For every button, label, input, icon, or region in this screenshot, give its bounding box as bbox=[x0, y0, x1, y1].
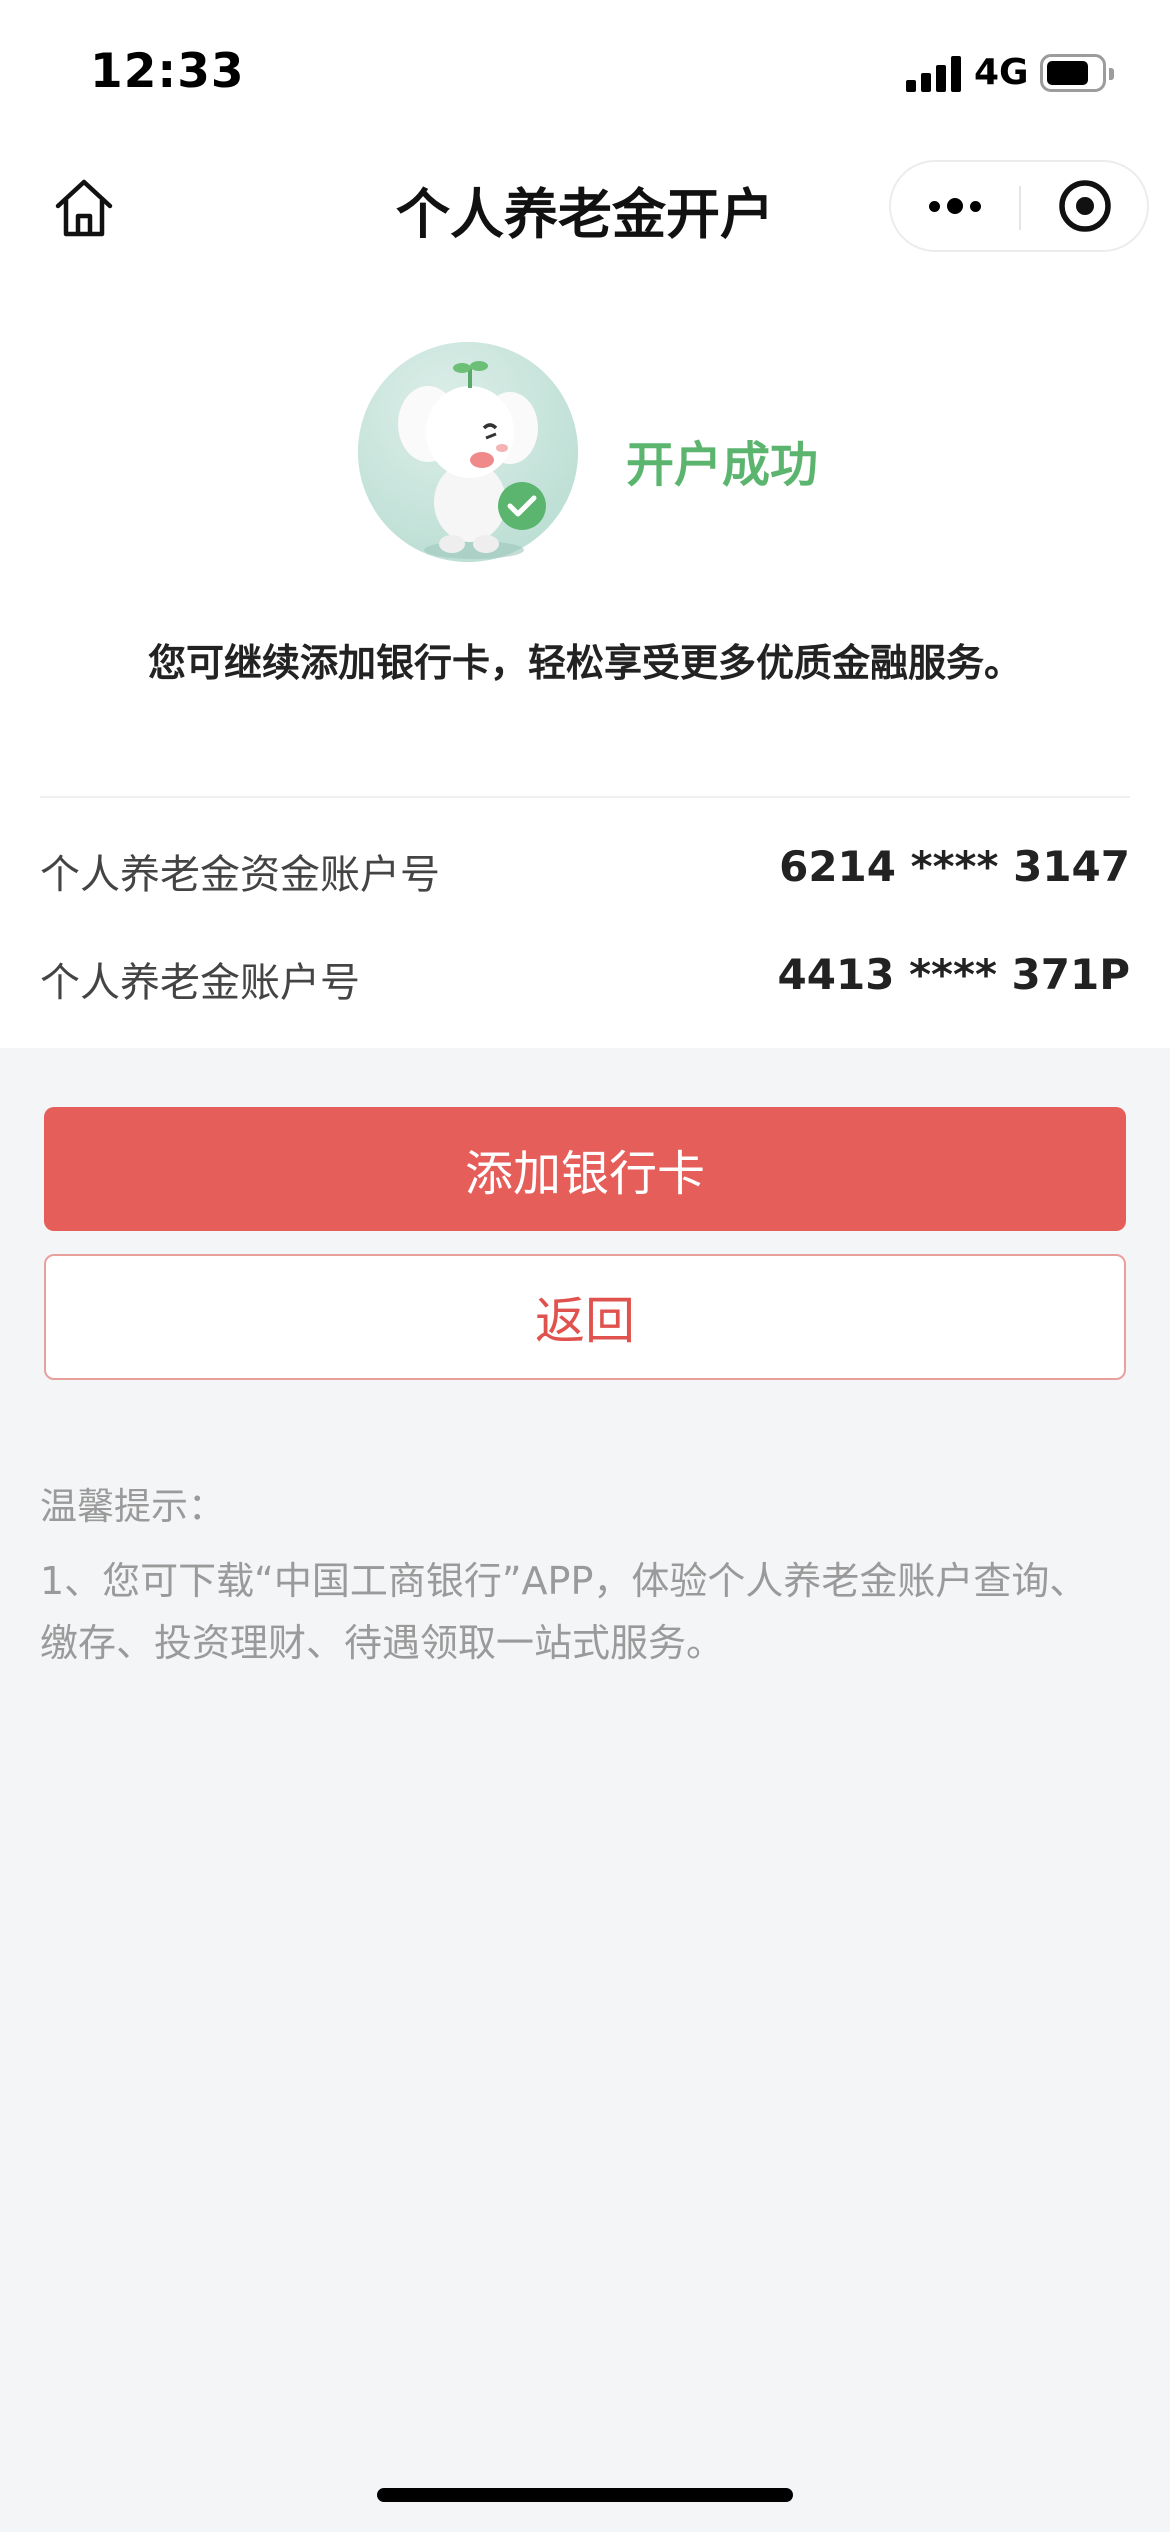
more-dot-center bbox=[947, 198, 963, 214]
success-status: 开户成功 bbox=[626, 437, 819, 493]
back-button[interactable]: 返回 bbox=[44, 1254, 1126, 1380]
account-label: 个人养老金账户号 bbox=[40, 960, 360, 1006]
target-circle-icon bbox=[1059, 180, 1111, 232]
more-dot-right bbox=[970, 200, 981, 212]
signal-icon bbox=[906, 56, 964, 92]
account-label: 个人养老金资金账户号 bbox=[40, 852, 440, 898]
more-dots-icon bbox=[929, 200, 940, 212]
tips-text: 1、您可下载“中国工商银行”APP，体验个人养老金账户查询、缴存、投资理财、待遇… bbox=[40, 1559, 1088, 1665]
account-number: 4413 **** 371P bbox=[777, 950, 1130, 999]
battery-icon bbox=[1040, 54, 1114, 92]
mini-program-capsule bbox=[889, 160, 1149, 252]
nav-bar: 个人养老金开户 bbox=[0, 140, 1170, 270]
tips-title: 温馨提示： bbox=[40, 1485, 225, 1528]
page: 12:33 4G 个人养老金开户 开户成功 您可继续添加银行卡，轻松享受更多优质… bbox=[0, 0, 1170, 2532]
account-number: 6214 **** 3147 bbox=[779, 842, 1130, 891]
close-button[interactable] bbox=[1021, 162, 1149, 250]
account-row-fund: 个人养老金资金账户号 6214 **** 3147 bbox=[40, 832, 1130, 902]
status-time: 12:33 bbox=[90, 44, 245, 99]
status-bar: 12:33 4G bbox=[0, 0, 1170, 140]
home-indicator[interactable] bbox=[377, 2488, 793, 2502]
account-row-pension: 个人养老金账户号 4413 **** 371P bbox=[40, 940, 1130, 1010]
elephant-mascot-image bbox=[358, 342, 578, 562]
success-panel: 开户成功 您可继续添加银行卡，轻松享受更多优质金融服务。 个人养老金资金账户号 … bbox=[0, 270, 1170, 1048]
divider bbox=[40, 796, 1130, 798]
more-button[interactable] bbox=[891, 162, 1019, 250]
network-type: 4G bbox=[974, 52, 1029, 93]
success-description: 您可继续添加银行卡，轻松享受更多优质金融服务。 bbox=[147, 641, 1022, 685]
add-bank-card-button[interactable]: 添加银行卡 bbox=[44, 1107, 1126, 1231]
